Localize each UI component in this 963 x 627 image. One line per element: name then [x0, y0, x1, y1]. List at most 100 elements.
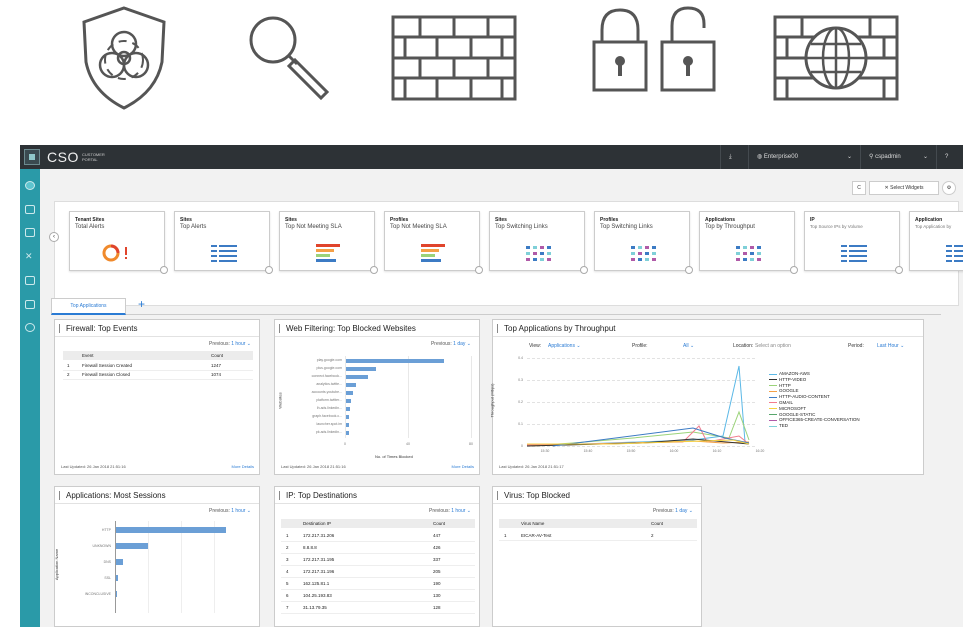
- web-filtering-panel: Web Filtering: Top Blocked Websites Prev…: [274, 319, 480, 475]
- site-label: play.google.com: [316, 358, 342, 362]
- widget-card[interactable]: Applications Top by Throughput: [699, 211, 798, 274]
- list-icon: [211, 245, 237, 262]
- card-expand-icon[interactable]: [790, 266, 798, 274]
- bar[interactable]: [346, 375, 368, 379]
- destination-ip: 104.25.193.83: [303, 593, 332, 598]
- destination-ip: 8.8.8.8: [303, 545, 317, 550]
- row-index: 7: [286, 605, 289, 610]
- table-row[interactable]: 2 8.8.8.8 426: [281, 542, 475, 554]
- last-updated: Last Updated: 26 Jan 2018 21:51:16: [61, 464, 126, 469]
- tab-top-applications[interactable]: Top Applications: [51, 298, 126, 315]
- sidebar-grid-icon[interactable]: [25, 276, 35, 285]
- app-label: UNKNOWN: [92, 544, 111, 548]
- period-dropdown[interactable]: Previous: 1 hour ⌄: [209, 341, 251, 347]
- destination-count: 190: [433, 581, 441, 586]
- select-widgets-button[interactable]: ✕ Select Widgets: [869, 181, 939, 195]
- carousel-prev-arrow[interactable]: ‹: [49, 232, 59, 242]
- table-row[interactable]: 3 172.217.31.195 337: [281, 554, 475, 566]
- tenant-selector[interactable]: ◍ Enterprise00 ⌄: [748, 145, 860, 169]
- portal-screenshot: CSO CUSTOMER PORTAL ⤓ ◍ Enterprise00 ⌄ ⚲ …: [20, 145, 963, 627]
- widget-card[interactable]: Profiles Top Switching Links: [594, 211, 693, 274]
- card-expand-icon[interactable]: [475, 266, 483, 274]
- user-menu[interactable]: ⚲ cspadmin ⌄: [860, 145, 936, 169]
- widget-card[interactable]: Sites Top Alerts: [174, 211, 273, 274]
- card-expand-icon[interactable]: [265, 266, 273, 274]
- site-label: lh.ads.linkedin...: [316, 406, 342, 410]
- bar[interactable]: [116, 527, 226, 533]
- bar[interactable]: [346, 367, 376, 371]
- card-expand-icon[interactable]: [370, 266, 378, 274]
- sidebar-settings-icon[interactable]: [25, 323, 35, 332]
- series-line[interactable]: [552, 427, 750, 447]
- site-label: analytics.twitte...: [316, 382, 342, 386]
- card-expand-icon[interactable]: [160, 266, 168, 274]
- bar[interactable]: [116, 559, 123, 565]
- download-button[interactable]: ⤓: [720, 145, 748, 169]
- card-expand-icon[interactable]: [685, 266, 693, 274]
- refresh-button[interactable]: C: [852, 181, 866, 195]
- links-icon: [526, 246, 551, 261]
- legend-label: TED: [779, 423, 788, 429]
- widget-card[interactable]: Application Top Application by: [909, 211, 963, 271]
- bar[interactable]: [116, 543, 148, 549]
- period-dropdown[interactable]: Last Hour ⌄: [877, 343, 904, 349]
- legend-label: HTTP: [779, 382, 791, 388]
- bar[interactable]: [346, 391, 353, 395]
- period-value: 1 hour: [451, 508, 466, 514]
- widget-card[interactable]: Sites Top Switching Links: [489, 211, 588, 274]
- period-dropdown[interactable]: Previous: 1 hour ⌄: [429, 508, 471, 514]
- card-title: Top Source IPs by Volume: [810, 224, 863, 229]
- sidebar-dashboard-icon[interactable]: [25, 181, 35, 190]
- sidebar-reports-icon[interactable]: [25, 228, 35, 237]
- sidebar-monitor-icon[interactable]: [25, 205, 35, 214]
- gridline: [471, 356, 472, 438]
- bar[interactable]: [116, 591, 117, 597]
- last-updated: Last Updated: 26 Jan 2018 21:51:17: [499, 464, 564, 469]
- row-index: 1: [286, 533, 289, 538]
- card-expand-icon[interactable]: [895, 266, 903, 274]
- table-row[interactable]: 5 162.125.81.1 190: [281, 578, 475, 590]
- row-index: 3: [286, 557, 289, 562]
- destination-count: 205: [433, 569, 441, 574]
- table-row[interactable]: 1 EICAR-AV-Test 2: [499, 530, 697, 541]
- widget-card[interactable]: Profiles Top Not Meeting SLA: [384, 211, 483, 274]
- table-row[interactable]: 4 172.217.31.196 205: [281, 566, 475, 578]
- widget-card[interactable]: Sites Top Not Meeting SLA: [279, 211, 378, 274]
- period-dropdown[interactable]: Previous: 1 day ⌄: [653, 508, 693, 514]
- legend-swatch: [769, 419, 777, 421]
- table-row[interactable]: 2 Firewall Session Closed 1074: [63, 371, 253, 380]
- card-expand-icon[interactable]: [580, 266, 588, 274]
- legend-entry[interactable]: TED: [769, 423, 860, 429]
- legend-swatch: [769, 402, 777, 404]
- list-icon: [946, 245, 963, 262]
- table-row[interactable]: 6 104.25.193.83 130: [281, 590, 475, 602]
- more-details-link[interactable]: More Details: [232, 464, 254, 469]
- settings-gear-icon[interactable]: ⚙: [942, 181, 956, 195]
- bar[interactable]: [116, 575, 118, 581]
- period-value: 1 day: [675, 508, 688, 514]
- bar[interactable]: [346, 407, 350, 411]
- help-button[interactable]: ?: [936, 145, 963, 169]
- sidebar-list-icon[interactable]: [25, 300, 35, 309]
- table-row[interactable]: 7 31.13.79.35 128: [281, 602, 475, 614]
- virus-top-blocked-panel: Virus: Top Blocked Previous: 1 day ⌄ Vir…: [492, 486, 702, 627]
- widget-card[interactable]: Tenant Sites Total Alerts: [69, 211, 168, 274]
- bar[interactable]: [346, 383, 356, 387]
- table-row[interactable]: 1 172.217.31.206 447: [281, 530, 475, 542]
- event-count: 1074: [211, 372, 222, 377]
- column-header-virus-name: Virus Name: [521, 521, 545, 526]
- bar[interactable]: [346, 415, 349, 419]
- bar[interactable]: [346, 399, 351, 403]
- app-label: HTTP: [101, 528, 111, 532]
- bar[interactable]: [346, 431, 349, 435]
- widget-card[interactable]: IP Top Source IPs by Volume: [804, 211, 903, 274]
- events-table: Event Count 1 Firewall Session Created 124…: [63, 351, 253, 391]
- table-row[interactable]: 1 Firewall Session Created 1247: [63, 362, 253, 371]
- row-index: 6: [286, 593, 289, 598]
- period-value: 1 hour: [231, 341, 246, 347]
- add-tab-button[interactable]: +: [138, 297, 145, 311]
- bar[interactable]: [346, 359, 444, 363]
- bar[interactable]: [346, 423, 349, 427]
- sidebar-tools-icon[interactable]: ✕: [25, 252, 35, 261]
- more-details-link[interactable]: More Details: [452, 464, 474, 469]
